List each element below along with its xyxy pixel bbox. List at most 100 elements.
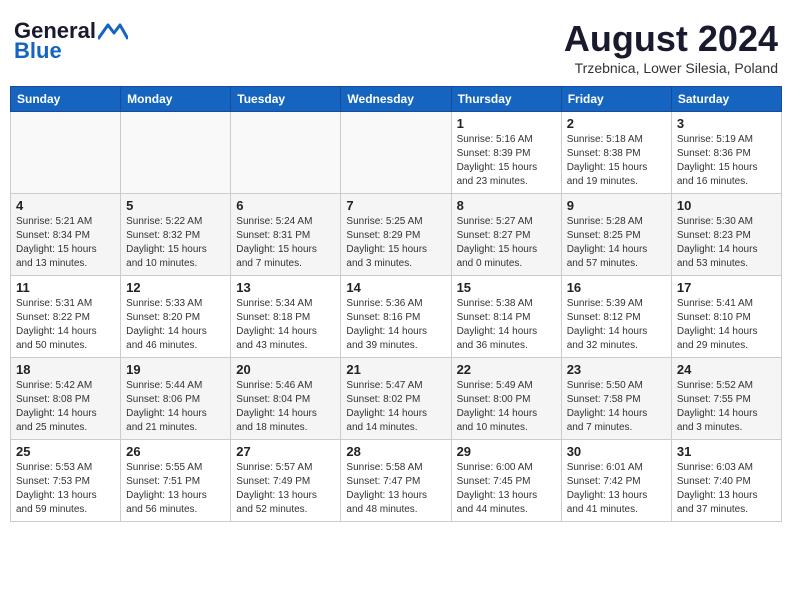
- calendar-cell: 6 Sunrise: 5:24 AM Sunset: 8:31 PM Daylig…: [231, 194, 341, 276]
- day-info: Sunrise: 5:44 AM Sunset: 8:06 PM Dayligh…: [126, 379, 225, 435]
- calendar-cell: 17Sunrise: 5:41 AM Sunset: 8:10 PM Dayli…: [671, 276, 781, 358]
- day-number: 18: [16, 362, 115, 377]
- calendar-cell: 29Sunrise: 6:00 AM Sunset: 7:45 PM Dayli…: [451, 440, 561, 522]
- calendar-cell: 18 Sunrise: 5:42 AM Sunset: 8:08 PM Dayli…: [11, 358, 121, 440]
- calendar-cell: 2Sunrise: 5:18 AM Sunset: 8:38 PM Daylig…: [561, 112, 671, 194]
- logo-blue: Blue: [14, 38, 62, 64]
- calendar-cell: 10 Sunrise: 5:30 AM Sunset: 8:23 PM Dayli…: [671, 194, 781, 276]
- day-number: 3: [677, 116, 776, 131]
- day-info: Sunrise: 5:52 AM Sunset: 7:55 PM Dayligh…: [677, 379, 776, 435]
- day-info: Sunrise: 6:01 AM Sunset: 7:42 PM Dayligh…: [567, 461, 666, 517]
- weekday-header-row: SundayMondayTuesdayWednesdayThursdayFrid…: [11, 87, 782, 112]
- logo: General Blue: [14, 18, 128, 64]
- month-year-title: August 2024: [564, 18, 778, 60]
- calendar-cell: 7 Sunrise: 5:25 AM Sunset: 8:29 PM Daylig…: [341, 194, 451, 276]
- day-number: 11: [16, 280, 115, 295]
- calendar-cell: [231, 112, 341, 194]
- day-number: 22: [457, 362, 556, 377]
- calendar-cell: [11, 112, 121, 194]
- day-number: 26: [126, 444, 225, 459]
- day-number: 16: [567, 280, 666, 295]
- day-number: 7: [346, 198, 445, 213]
- calendar-week-3: 11 Sunrise: 5:31 AM Sunset: 8:22 PM Dayli…: [11, 276, 782, 358]
- day-info: Sunrise: 5:30 AM Sunset: 8:23 PM Dayligh…: [677, 215, 776, 271]
- day-number: 5: [126, 198, 225, 213]
- day-number: 27: [236, 444, 335, 459]
- day-info: Sunrise: 5:16 AM Sunset: 8:39 PM Dayligh…: [457, 133, 556, 189]
- day-number: 1: [457, 116, 556, 131]
- day-number: 9: [567, 198, 666, 213]
- calendar-cell: 11 Sunrise: 5:31 AM Sunset: 8:22 PM Dayli…: [11, 276, 121, 358]
- day-info: Sunrise: 5:28 AM Sunset: 8:25 PM Dayligh…: [567, 215, 666, 271]
- day-number: 23: [567, 362, 666, 377]
- day-info: Sunrise: 5:47 AM Sunset: 8:02 PM Dayligh…: [346, 379, 445, 435]
- calendar-cell: 13 Sunrise: 5:34 AM Sunset: 8:18 PM Dayli…: [231, 276, 341, 358]
- day-info: Sunrise: 5:55 AM Sunset: 7:51 PM Dayligh…: [126, 461, 225, 517]
- calendar-week-4: 18 Sunrise: 5:42 AM Sunset: 8:08 PM Dayli…: [11, 358, 782, 440]
- calendar-cell: 27 Sunrise: 5:57 AM Sunset: 7:49 PM Dayli…: [231, 440, 341, 522]
- day-number: 4: [16, 198, 115, 213]
- day-number: 13: [236, 280, 335, 295]
- day-number: 10: [677, 198, 776, 213]
- calendar-cell: 16Sunrise: 5:39 AM Sunset: 8:12 PM Dayli…: [561, 276, 671, 358]
- day-info: Sunrise: 5:19 AM Sunset: 8:36 PM Dayligh…: [677, 133, 776, 189]
- weekday-header-tuesday: Tuesday: [231, 87, 341, 112]
- day-info: Sunrise: 5:18 AM Sunset: 8:38 PM Dayligh…: [567, 133, 666, 189]
- day-info: Sunrise: 5:24 AM Sunset: 8:31 PM Dayligh…: [236, 215, 335, 271]
- calendar-cell: 26 Sunrise: 5:55 AM Sunset: 7:51 PM Dayli…: [121, 440, 231, 522]
- calendar-week-5: 25 Sunrise: 5:53 AM Sunset: 7:53 PM Dayli…: [11, 440, 782, 522]
- day-info: Sunrise: 5:22 AM Sunset: 8:32 PM Dayligh…: [126, 215, 225, 271]
- day-number: 14: [346, 280, 445, 295]
- day-number: 6: [236, 198, 335, 213]
- calendar-cell: 20Sunrise: 5:46 AM Sunset: 8:04 PM Dayli…: [231, 358, 341, 440]
- day-info: Sunrise: 5:57 AM Sunset: 7:49 PM Dayligh…: [236, 461, 335, 517]
- day-number: 24: [677, 362, 776, 377]
- day-info: Sunrise: 5:58 AM Sunset: 7:47 PM Dayligh…: [346, 461, 445, 517]
- page-header: General Blue August 2024 Trzebnica, Lowe…: [10, 10, 782, 80]
- logo-bird-icon: [98, 21, 128, 41]
- day-number: 31: [677, 444, 776, 459]
- weekday-header-monday: Monday: [121, 87, 231, 112]
- day-info: Sunrise: 5:41 AM Sunset: 8:10 PM Dayligh…: [677, 297, 776, 353]
- day-info: Sunrise: 5:36 AM Sunset: 8:16 PM Dayligh…: [346, 297, 445, 353]
- day-number: 8: [457, 198, 556, 213]
- calendar-week-1: 1 Sunrise: 5:16 AM Sunset: 8:39 PM Daylig…: [11, 112, 782, 194]
- calendar-cell: 19Sunrise: 5:44 AM Sunset: 8:06 PM Dayli…: [121, 358, 231, 440]
- calendar-cell: 28 Sunrise: 5:58 AM Sunset: 7:47 PM Dayli…: [341, 440, 451, 522]
- day-info: Sunrise: 5:50 AM Sunset: 7:58 PM Dayligh…: [567, 379, 666, 435]
- calendar-cell: [121, 112, 231, 194]
- calendar-cell: 24 Sunrise: 5:52 AM Sunset: 7:55 PM Dayli…: [671, 358, 781, 440]
- calendar-cell: 12Sunrise: 5:33 AM Sunset: 8:20 PM Dayli…: [121, 276, 231, 358]
- calendar-week-2: 4Sunrise: 5:21 AM Sunset: 8:34 PM Daylig…: [11, 194, 782, 276]
- title-block: August 2024 Trzebnica, Lower Silesia, Po…: [564, 18, 778, 76]
- weekday-header-friday: Friday: [561, 87, 671, 112]
- day-info: Sunrise: 6:00 AM Sunset: 7:45 PM Dayligh…: [457, 461, 556, 517]
- calendar-table: SundayMondayTuesdayWednesdayThursdayFrid…: [10, 86, 782, 522]
- day-info: Sunrise: 5:27 AM Sunset: 8:27 PM Dayligh…: [457, 215, 556, 271]
- day-number: 28: [346, 444, 445, 459]
- calendar-cell: 22 Sunrise: 5:49 AM Sunset: 8:00 PM Dayli…: [451, 358, 561, 440]
- day-info: Sunrise: 5:46 AM Sunset: 8:04 PM Dayligh…: [236, 379, 335, 435]
- calendar-cell: 21 Sunrise: 5:47 AM Sunset: 8:02 PM Dayli…: [341, 358, 451, 440]
- day-number: 21: [346, 362, 445, 377]
- weekday-header-saturday: Saturday: [671, 87, 781, 112]
- calendar-cell: 25 Sunrise: 5:53 AM Sunset: 7:53 PM Dayli…: [11, 440, 121, 522]
- day-info: Sunrise: 5:49 AM Sunset: 8:00 PM Dayligh…: [457, 379, 556, 435]
- day-info: Sunrise: 5:42 AM Sunset: 8:08 PM Dayligh…: [16, 379, 115, 435]
- day-info: Sunrise: 5:53 AM Sunset: 7:53 PM Dayligh…: [16, 461, 115, 517]
- day-info: Sunrise: 5:33 AM Sunset: 8:20 PM Dayligh…: [126, 297, 225, 353]
- calendar-cell: 15Sunrise: 5:38 AM Sunset: 8:14 PM Dayli…: [451, 276, 561, 358]
- location-subtitle: Trzebnica, Lower Silesia, Poland: [564, 60, 778, 76]
- day-number: 25: [16, 444, 115, 459]
- weekday-header-wednesday: Wednesday: [341, 87, 451, 112]
- calendar-cell: 30Sunrise: 6:01 AM Sunset: 7:42 PM Dayli…: [561, 440, 671, 522]
- calendar-cell: 31Sunrise: 6:03 AM Sunset: 7:40 PM Dayli…: [671, 440, 781, 522]
- calendar-cell: 14 Sunrise: 5:36 AM Sunset: 8:16 PM Dayli…: [341, 276, 451, 358]
- calendar-cell: 9 Sunrise: 5:28 AM Sunset: 8:25 PM Daylig…: [561, 194, 671, 276]
- day-info: Sunrise: 5:25 AM Sunset: 8:29 PM Dayligh…: [346, 215, 445, 271]
- day-info: Sunrise: 5:31 AM Sunset: 8:22 PM Dayligh…: [16, 297, 115, 353]
- calendar-cell: 5 Sunrise: 5:22 AM Sunset: 8:32 PM Daylig…: [121, 194, 231, 276]
- day-info: Sunrise: 5:34 AM Sunset: 8:18 PM Dayligh…: [236, 297, 335, 353]
- weekday-header-thursday: Thursday: [451, 87, 561, 112]
- calendar-cell: 1 Sunrise: 5:16 AM Sunset: 8:39 PM Daylig…: [451, 112, 561, 194]
